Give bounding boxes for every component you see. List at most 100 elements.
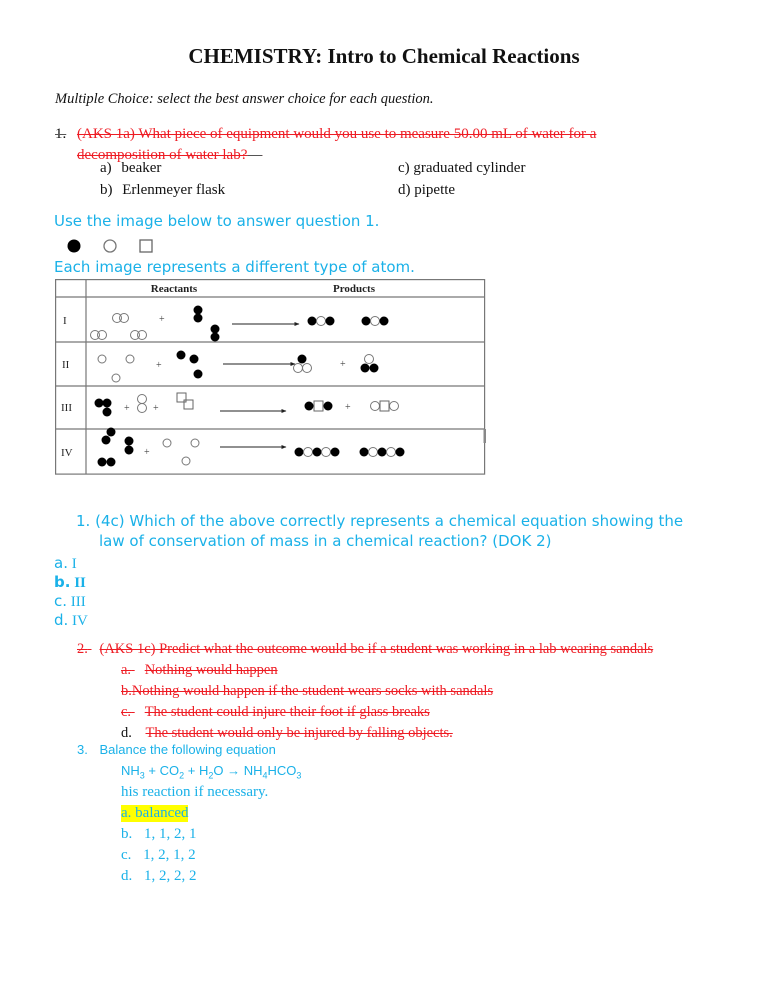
plus: + xyxy=(184,763,199,778)
reaction-arrow: → xyxy=(223,763,244,778)
option-label: d. xyxy=(121,868,133,884)
row-II-reactants: + xyxy=(97,350,203,383)
open-square-atom-icon xyxy=(139,239,153,253)
instructions: Multiple Choice: select the best answer … xyxy=(55,91,434,107)
row-III-reactants: + + xyxy=(94,392,194,417)
svg-text:+: + xyxy=(144,447,150,458)
option-label: d. xyxy=(121,725,132,741)
answer-text: IV xyxy=(72,613,88,629)
option-c[interactable]: c. 1, 2, 1, 2 xyxy=(121,847,196,864)
question-4c-line1: 1. (4c) Which of the above correctly rep… xyxy=(76,512,683,530)
option-text: 1, 1, 2, 1 xyxy=(144,826,197,842)
question-text: (AKS 1c) Predict what the outcome would … xyxy=(99,641,654,657)
option-label: d) xyxy=(398,182,411,198)
option-b[interactable]: b.Nothing would happen if the student we… xyxy=(121,683,493,700)
option-text: 1, 2, 1, 2 xyxy=(143,847,196,863)
row-label-I: I xyxy=(63,315,67,327)
svg-text:+: + xyxy=(340,359,346,370)
row-I-products xyxy=(307,316,389,326)
svg-text:+: + xyxy=(156,360,162,371)
image-prompt: Use the image below to answer question 1… xyxy=(54,212,380,230)
option-text: 1, 2, 2, 2 xyxy=(144,868,197,884)
row-label-IV: IV xyxy=(61,447,73,459)
option-c[interactable]: c. The student could injure their foot i… xyxy=(121,704,430,721)
question-number: 2. xyxy=(77,641,88,657)
question-number: 1. xyxy=(76,512,91,530)
svg-text:+: + xyxy=(345,402,351,413)
header-products: Products xyxy=(333,283,376,295)
header-reactants: Reactants xyxy=(151,283,198,295)
option-c[interactable]: c) graduated cylinder xyxy=(398,160,525,177)
option-text: graduated cylinder xyxy=(413,160,526,176)
page-title: CHEMISTRY: Intro to Chemical Reactions xyxy=(188,44,580,68)
question-4c-line2: law of conservation of mass in a chemica… xyxy=(99,532,552,550)
atom-legend xyxy=(67,239,153,253)
answer-a[interactable]: a. I xyxy=(54,554,77,573)
subscript: 3 xyxy=(296,770,302,781)
row-label-III: III xyxy=(61,402,72,414)
option-a-highlighted[interactable]: a. balanced xyxy=(121,805,189,822)
row-IV-products xyxy=(294,447,405,457)
plus: + xyxy=(144,763,160,778)
option-text: balanced xyxy=(135,805,189,821)
option-label: a) xyxy=(100,160,112,176)
option-text: Nothing would happen xyxy=(144,662,278,678)
atom-legend-caption: Each image represents a different type o… xyxy=(54,258,415,276)
answer-text: II xyxy=(74,575,86,591)
formula-h2o-o: O xyxy=(213,763,224,778)
question-text: Balance the following equation xyxy=(99,742,276,757)
chemical-equation: NH3 + CO2 + H2O → NH4HCO3 xyxy=(121,763,301,781)
option-text: pipette xyxy=(414,182,456,198)
row-I-reactants: + xyxy=(90,305,220,342)
answer-label: c. xyxy=(54,592,68,610)
filled-circle-atom-icon xyxy=(67,239,81,253)
option-label: b. xyxy=(121,826,133,842)
option-label: b) xyxy=(100,182,113,198)
option-a[interactable]: a) beaker xyxy=(100,160,161,177)
question-number: 3. xyxy=(77,742,88,757)
option-text: Erlenmeyer flask xyxy=(122,182,226,198)
row-II-products: + xyxy=(293,354,379,373)
option-label: a. xyxy=(121,662,132,678)
option-b[interactable]: b. 1, 1, 2, 1 xyxy=(121,826,197,843)
option-label: c) xyxy=(398,160,410,176)
option-text: Nothing would happen if the student wear… xyxy=(131,683,494,699)
answer-text: III xyxy=(70,594,86,610)
formula-co2: CO xyxy=(159,763,180,778)
answer-label: b. xyxy=(54,573,71,591)
formula-nh4hco3-b: HCO xyxy=(267,763,297,778)
answer-c[interactable]: c. III xyxy=(54,592,86,611)
formula-nh3: NH xyxy=(121,763,140,778)
answer-text: I xyxy=(71,556,77,572)
answer-d[interactable]: d. IV xyxy=(54,611,88,630)
question-number: 1. xyxy=(55,126,67,142)
option-text: The student would only be injured by fal… xyxy=(145,725,453,741)
formula-h2o: H xyxy=(198,763,209,778)
question-text: (4c) Which of the above correctly repres… xyxy=(95,512,684,530)
answer-label: d. xyxy=(54,611,69,629)
option-label: a. xyxy=(121,805,132,821)
option-b[interactable]: b) Erlenmeyer flask xyxy=(100,182,225,199)
option-d[interactable]: d. The student would only be injured by … xyxy=(121,725,453,742)
svg-text:+: + xyxy=(124,403,130,414)
answer-b-selected[interactable]: b. II xyxy=(54,573,86,592)
option-label: c. xyxy=(121,704,132,720)
question-aks1c: 2. (AKS 1c) Predict what the outcome wou… xyxy=(77,641,653,658)
question-balance: 3. Balance the following equation xyxy=(77,742,276,757)
option-d[interactable]: d) pipette xyxy=(398,182,455,199)
svg-text:+: + xyxy=(153,403,159,414)
option-text: The student could injure their foot if g… xyxy=(144,704,430,720)
question-fragment: his reaction if necessary. xyxy=(121,784,269,800)
option-label: b. xyxy=(121,683,132,699)
row-label-II: II xyxy=(62,359,70,371)
svg-text:+: + xyxy=(159,314,165,325)
row-III-products: + xyxy=(304,400,399,413)
option-label: c. xyxy=(121,847,132,863)
reaction-table: Reactants Products I II III IV + + + + +… xyxy=(55,279,486,475)
question-aks1a-text-line1: (AKS 1a) What piece of equipment would y… xyxy=(77,126,597,142)
row-IV-reactants: + xyxy=(97,427,200,467)
option-d[interactable]: d. 1, 2, 2, 2 xyxy=(121,868,197,885)
answer-label: a. xyxy=(54,554,68,572)
open-circle-atom-icon xyxy=(103,239,117,253)
option-a[interactable]: a. Nothing would happen xyxy=(121,662,278,679)
